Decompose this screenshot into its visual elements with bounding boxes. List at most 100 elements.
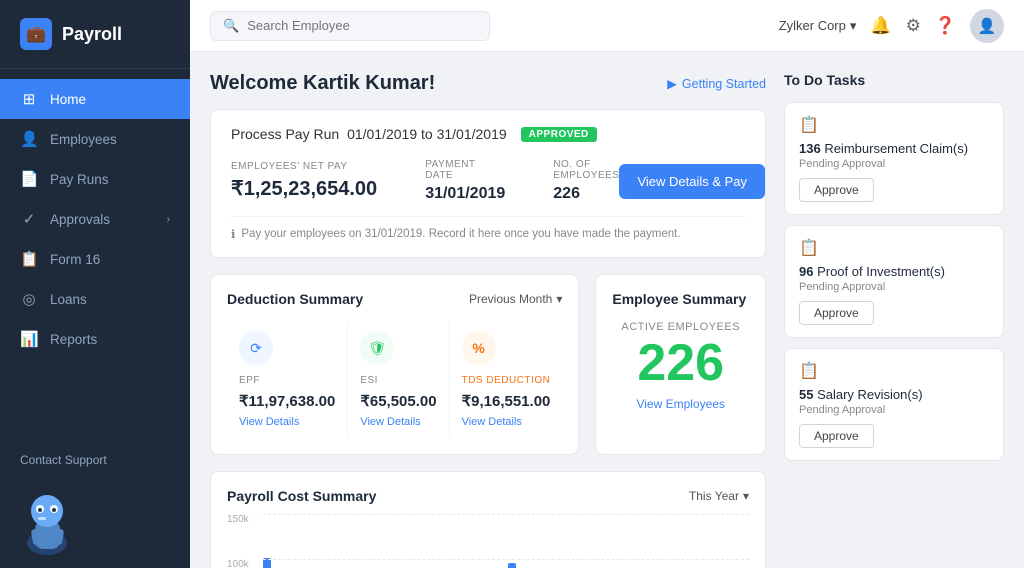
payroll-cost-card: Payroll Cost Summary This Year ▾ 150k 10… xyxy=(210,471,766,568)
sidebar-label-payruns: Pay Runs xyxy=(50,172,109,187)
pay-run-header: Process Pay Run 01/01/2019 to 31/01/2019… xyxy=(231,126,745,142)
sidebar-item-home[interactable]: ⊞ Home xyxy=(0,79,190,119)
chevron-right-icon: › xyxy=(167,214,170,225)
todo-count-title: 136 Reimbursement Claim(s) xyxy=(799,141,989,156)
search-icon: 🔍 xyxy=(223,18,239,34)
deduction-tds: % TDS DEDUCTION ₹9,16,551.00 View Detail… xyxy=(450,321,563,438)
employees-icon: 👤 xyxy=(20,130,38,148)
sidebar-label-reports: Reports xyxy=(50,332,97,347)
mascot xyxy=(0,483,190,568)
epf-view-details[interactable]: View Details xyxy=(239,416,335,428)
main-area: 🔍 Zylker Corp ▾ 🔔 ⚙ ❓ 👤 We xyxy=(190,0,1024,568)
num-employees-detail: NO. OF EMPLOYEES 226 xyxy=(553,159,619,203)
avatar[interactable]: 👤 xyxy=(970,9,1004,43)
search-box[interactable]: 🔍 xyxy=(210,11,490,41)
logo: 💼 Payroll xyxy=(0,0,190,69)
cost-header: Payroll Cost Summary This Year ▾ xyxy=(227,488,749,504)
info-icon: ℹ xyxy=(231,227,235,241)
sidebar-item-reports[interactable]: 📊 Reports xyxy=(0,319,190,359)
payruns-icon: 📄 xyxy=(20,170,38,188)
sidebar-label-employees: Employees xyxy=(50,132,117,147)
sidebar-item-payruns[interactable]: 📄 Pay Runs xyxy=(0,159,190,199)
avatar-image: 👤 xyxy=(978,17,997,35)
pay-run-title: Process Pay Run 01/01/2019 to 31/01/2019 xyxy=(231,126,511,142)
sidebar-item-approvals[interactable]: ✓ Approvals › xyxy=(0,199,190,239)
net-pay-detail: EMPLOYEES' NET PAY ₹1,25,23,654.00 xyxy=(231,161,377,201)
pay-run-card: Process Pay Run 01/01/2019 to 31/01/2019… xyxy=(210,109,766,258)
tds-view-details[interactable]: View Details xyxy=(462,416,551,428)
notifications-icon[interactable]: 🔔 xyxy=(870,16,891,36)
esi-value: ₹65,505.00 xyxy=(360,392,436,410)
sidebar-item-loans[interactable]: ◎ Loans xyxy=(0,279,190,319)
form16-icon: 📋 xyxy=(20,250,38,268)
sidebar-item-form16[interactable]: 📋 Form 16 xyxy=(0,239,190,279)
bar-group xyxy=(508,563,546,568)
chart-bars xyxy=(263,514,749,568)
home-icon: ⊞ xyxy=(20,90,38,108)
netpay-bar xyxy=(263,558,271,568)
deduction-title: Deduction Summary xyxy=(227,291,363,307)
sidebar-item-employees[interactable]: 👤 Employees xyxy=(0,119,190,159)
pay-run-details: EMPLOYEES' NET PAY ₹1,25,23,654.00 PAYME… xyxy=(231,156,745,206)
todo-item: 📋 136 Reimbursement Claim(s) Pending App… xyxy=(784,102,1004,215)
y-label-150k: 150k xyxy=(227,514,249,525)
content-left: Welcome Kartik Kumar! ▶ Getting Started … xyxy=(210,72,766,548)
chart-gridlines xyxy=(263,514,749,568)
year-selector[interactable]: This Year ▾ xyxy=(689,489,749,503)
chevron-down-icon: ▾ xyxy=(850,18,857,34)
sidebar-label-home: Home xyxy=(50,92,86,107)
company-selector[interactable]: Zylker Corp ▾ xyxy=(779,18,857,34)
pay-note: ℹ Pay your employees on 31/01/2019. Reco… xyxy=(231,216,745,241)
todo-status: Pending Approval xyxy=(799,158,989,170)
getting-started-link[interactable]: ▶ Getting Started xyxy=(667,76,766,91)
epf-value: ₹11,97,638.00 xyxy=(239,392,335,410)
payment-date-detail: PAYMENT DATE 31/01/2019 xyxy=(425,159,505,203)
todo-panel: To Do Tasks 📋 136 Reimbursement Claim(s)… xyxy=(784,72,1004,548)
todo-items: 📋 136 Reimbursement Claim(s) Pending App… xyxy=(784,102,1004,461)
view-details-pay-button[interactable]: View Details & Pay xyxy=(619,164,765,199)
page-header: Welcome Kartik Kumar! ▶ Getting Started xyxy=(210,72,766,95)
deduction-header: Deduction Summary Previous Month ▾ xyxy=(227,291,562,307)
contact-support[interactable]: Contact Support xyxy=(0,437,190,483)
todo-count-title: 55 Salary Revision(s) xyxy=(799,387,989,402)
active-employees-label: ACTIVE EMPLOYEES xyxy=(612,321,749,333)
deduction-period-selector[interactable]: Previous Month ▾ xyxy=(469,292,562,306)
employee-summary-title: Employee Summary xyxy=(612,291,746,307)
sidebar-nav: ⊞ Home 👤 Employees 📄 Pay Runs ✓ Approval… xyxy=(0,69,190,437)
todo-icon: 📋 xyxy=(799,115,989,135)
deduction-esi: 🛡 ESI ₹65,505.00 View Details xyxy=(348,321,449,438)
header-right: Zylker Corp ▾ 🔔 ⚙ ❓ 👤 xyxy=(779,9,1004,43)
approve-button[interactable]: Approve xyxy=(799,424,874,448)
chevron-down-icon: ▾ xyxy=(743,489,749,503)
chart-y-labels: 150k 100k xyxy=(227,514,249,568)
company-name-text: Zylker Corp xyxy=(779,18,846,33)
deduction-card: Deduction Summary Previous Month ▾ ⟳ EPF xyxy=(210,274,579,455)
chart-container: 150k 100k xyxy=(227,514,749,568)
netpay-bar xyxy=(508,563,516,568)
approve-button[interactable]: Approve xyxy=(799,301,874,325)
search-input[interactable] xyxy=(247,18,477,33)
active-employees-count: 226 xyxy=(612,337,749,389)
payment-date-value: 31/01/2019 xyxy=(425,185,505,203)
header: 🔍 Zylker Corp ▾ 🔔 ⚙ ❓ 👤 xyxy=(190,0,1024,52)
num-employees-value: 226 xyxy=(553,185,619,203)
view-employees-link[interactable]: View Employees xyxy=(612,397,749,411)
todo-count-title: 96 Proof of Investment(s) xyxy=(799,264,989,279)
help-icon[interactable]: ❓ xyxy=(935,16,956,36)
chevron-down-icon: ▾ xyxy=(556,292,562,306)
esi-view-details[interactable]: View Details xyxy=(360,416,436,428)
sidebar-label-approvals: Approvals xyxy=(50,212,110,227)
summary-row: Deduction Summary Previous Month ▾ ⟳ EPF xyxy=(210,274,766,455)
page-title: Welcome Kartik Kumar! xyxy=(210,72,435,95)
y-label-100k: 100k xyxy=(227,559,249,568)
approve-button[interactable]: Approve xyxy=(799,178,874,202)
settings-icon[interactable]: ⚙ xyxy=(906,16,921,36)
circle-play-icon: ▶ xyxy=(667,76,677,91)
cost-title: Payroll Cost Summary xyxy=(227,488,376,504)
reports-icon: 📊 xyxy=(20,330,38,348)
sidebar: 💼 Payroll ⊞ Home 👤 Employees 📄 Pay Runs … xyxy=(0,0,190,568)
sidebar-label-form16: Form 16 xyxy=(50,252,100,267)
todo-icon: 📋 xyxy=(799,361,989,381)
net-pay-value: ₹1,25,23,654.00 xyxy=(231,176,377,201)
employee-summary-header: Employee Summary xyxy=(612,291,749,307)
